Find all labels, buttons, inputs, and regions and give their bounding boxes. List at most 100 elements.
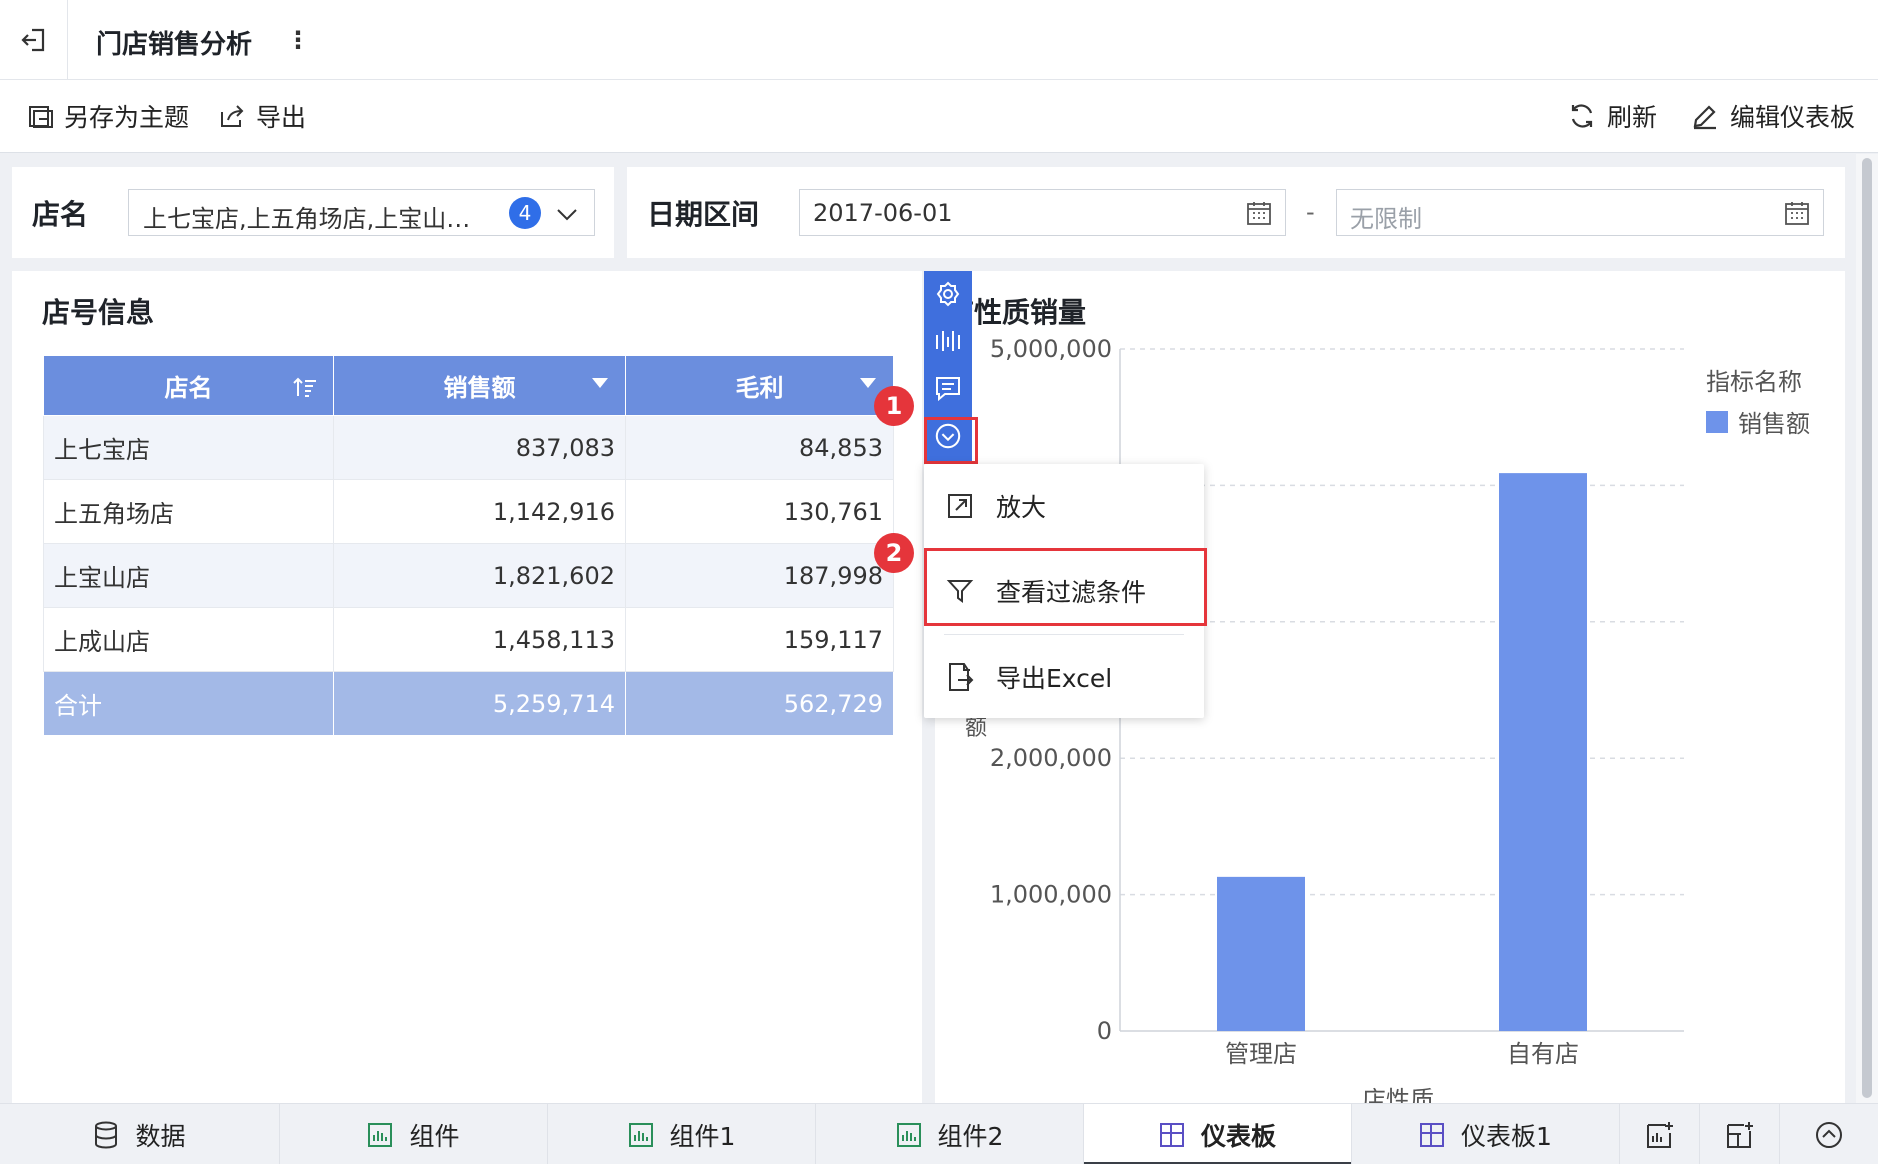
- save-as-theme-button[interactable]: 另存为主题: [26, 98, 189, 134]
- tab-label: 组件2: [937, 1121, 1004, 1151]
- total-cell: 合计: [43, 671, 334, 736]
- table-cell: 159,117: [625, 607, 894, 672]
- widget-settings-button[interactable]: [934, 280, 962, 308]
- table-cell: 上宝山店: [43, 543, 334, 608]
- calendar-icon: [1785, 202, 1809, 225]
- legend-swatch: [1706, 410, 1728, 433]
- export-button[interactable]: 导出: [218, 98, 306, 134]
- store-filter-label: 店名: [32, 198, 89, 231]
- refresh-icon: [1571, 104, 1593, 128]
- column-header-sales[interactable]: 销售额: [333, 355, 626, 416]
- legend-label: 销售额: [1738, 410, 1810, 438]
- highlight-box-view-filters: [924, 548, 1207, 626]
- more-menu-icon[interactable]: ⋮: [286, 24, 310, 56]
- date-separator: -: [1306, 198, 1315, 226]
- expand-icon: [948, 494, 972, 518]
- tab-label: 组件1: [669, 1121, 736, 1151]
- toolbar: 另存为主题 导出 刷新 编辑仪表板: [0, 80, 1878, 153]
- table-row[interactable]: 上五角场店 1,142,916 130,761: [43, 479, 894, 544]
- comment-icon: [936, 377, 960, 402]
- edit-dashboard-button[interactable]: 编辑仪表板: [1690, 98, 1855, 134]
- table-cell: 上成山店: [43, 607, 334, 672]
- back-button[interactable]: [0, 0, 68, 80]
- bottom-tab-bar: 数据 组件 组件1 组件2 仪表板 仪表板1: [0, 1103, 1878, 1164]
- total-cell: 562,729: [625, 671, 894, 736]
- table-row[interactable]: 上七宝店 837,083 84,853: [43, 415, 894, 480]
- x-tick-label: 管理店: [1225, 1040, 1297, 1068]
- dropdown-triangle-icon[interactable]: [591, 376, 609, 390]
- column-header-store[interactable]: 店名: [43, 355, 334, 416]
- add-component-button[interactable]: [1620, 1104, 1700, 1164]
- menu-item-zoom[interactable]: 放大: [924, 476, 1204, 536]
- dashboard-icon: [1420, 1122, 1445, 1147]
- date-filter-panel: 日期区间 2017-06-01 无限制: [627, 167, 1845, 258]
- column-header-profit[interactable]: 毛利: [625, 355, 894, 416]
- store-select-value: 上七宝店,上五角场店,上宝山…: [143, 205, 471, 233]
- tab-data[interactable]: 数据: [0, 1104, 280, 1164]
- menu-item-label: 放大: [996, 493, 1047, 522]
- tab-component2[interactable]: 组件2: [816, 1104, 1084, 1164]
- column-header-label: 毛利: [735, 374, 784, 402]
- database-icon: [95, 1121, 118, 1149]
- start-date-input[interactable]: 2017-06-01: [799, 189, 1286, 236]
- tab-label: 仪表板: [1200, 1121, 1276, 1151]
- chart-component-icon: [896, 1122, 921, 1147]
- widget-comment-button[interactable]: [934, 374, 962, 402]
- bar-自有店[interactable]: [1499, 473, 1587, 1031]
- edit-dashboard-label: 编辑仪表板: [1730, 103, 1856, 132]
- export-label: 导出: [256, 103, 307, 132]
- column-header-label: 销售额: [443, 374, 516, 402]
- bar-管理店[interactable]: [1217, 876, 1305, 1031]
- widget-linkage-button[interactable]: [934, 327, 962, 355]
- legend-title: 指标名称: [1706, 368, 1802, 396]
- end-date-placeholder: 无限制: [1350, 205, 1422, 233]
- table-cell: 上七宝店: [43, 415, 334, 480]
- x-axis-label: 店性质: [1362, 1086, 1434, 1103]
- table-cell: 84,853: [625, 415, 894, 480]
- chevron-circle-up-icon: [1816, 1121, 1842, 1148]
- table-cell: 上五角场店: [43, 479, 334, 544]
- dropdown-triangle-icon[interactable]: [859, 376, 877, 390]
- menu-item-export-excel[interactable]: 导出Excel: [924, 647, 1204, 707]
- store-filter-panel: 店名 上七宝店,上五角场店,上宝山… 4: [12, 167, 614, 258]
- sort-icon[interactable]: [293, 376, 317, 398]
- table-row[interactable]: 上成山店 1,458,113 159,117: [43, 607, 894, 672]
- dashboard-icon: [1159, 1122, 1184, 1147]
- legend-item-sales[interactable]: 销售额: [1706, 404, 1810, 439]
- highlight-box-more: [924, 417, 978, 464]
- tab-dashboard1[interactable]: 仪表板1: [1352, 1104, 1620, 1164]
- tab-label: 数据: [135, 1121, 186, 1151]
- y-tick-label: 5,000,000: [990, 335, 1112, 363]
- tab-dashboard[interactable]: 仪表板: [1084, 1104, 1352, 1164]
- chart-component-icon: [368, 1122, 393, 1147]
- refresh-button[interactable]: 刷新: [1567, 98, 1657, 134]
- tab-label: 仪表板1: [1461, 1121, 1552, 1151]
- chart-component-icon: [628, 1122, 653, 1147]
- exit-icon: [20, 28, 44, 52]
- tab-component1[interactable]: 组件1: [548, 1104, 816, 1164]
- table-widget-title: 店号信息: [42, 296, 155, 329]
- add-dashboard-button[interactable]: [1700, 1104, 1780, 1164]
- bar-linkage-icon: [936, 331, 960, 351]
- table-cell: 1,821,602: [333, 543, 626, 608]
- date-filter-label: 日期区间: [647, 198, 760, 231]
- save-as-theme-label: 另存为主题: [64, 103, 190, 132]
- export-icon: [221, 105, 244, 127]
- add-dashboard-icon: [1726, 1121, 1753, 1148]
- calendar-icon: [1247, 202, 1271, 225]
- table-row[interactable]: 上宝山店 1,821,602 187,998: [43, 543, 894, 608]
- step-marker-1: 1: [874, 386, 914, 426]
- table-total-row: 合计 5,259,714 562,729: [43, 671, 894, 736]
- store-select[interactable]: 上七宝店,上五角场店,上宝山… 4: [128, 189, 595, 236]
- end-date-input[interactable]: 无限制: [1336, 189, 1824, 236]
- pencil-icon: [1693, 105, 1716, 130]
- y-tick-label: 0: [1097, 1017, 1112, 1045]
- scrollbar-thumb[interactable]: [1862, 158, 1872, 1098]
- table-cell: 1,458,113: [333, 607, 626, 672]
- table-cell: 1,142,916: [333, 479, 626, 544]
- tab-label: 组件: [409, 1121, 460, 1151]
- x-tick-label: 自有店: [1507, 1040, 1579, 1068]
- menu-item-label: 导出Excel: [996, 664, 1113, 693]
- tab-component[interactable]: 组件: [280, 1104, 548, 1164]
- collapse-tabs-button[interactable]: [1780, 1104, 1878, 1164]
